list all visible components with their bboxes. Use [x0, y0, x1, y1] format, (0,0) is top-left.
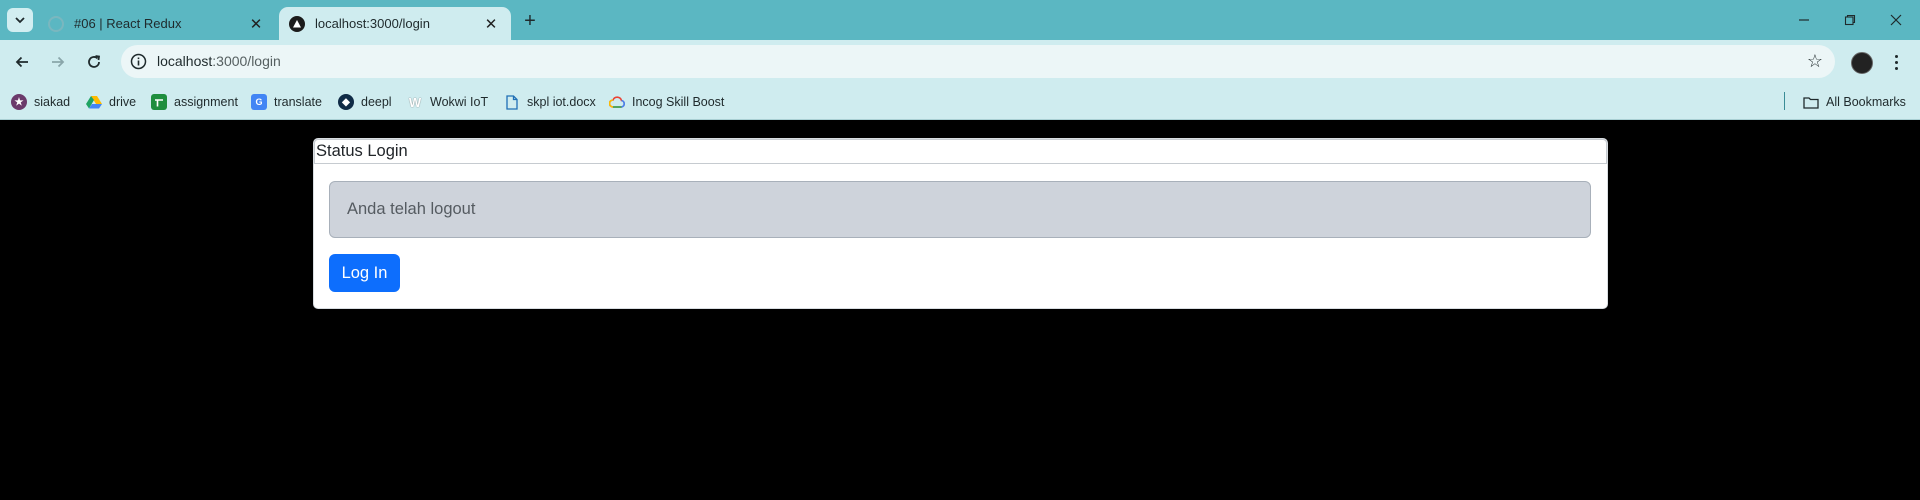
forward-arrow-icon[interactable]	[44, 48, 72, 76]
google-sheets-icon	[151, 94, 167, 110]
login-status-card: Status Login Anda telah logout Log In	[313, 138, 1608, 309]
close-icon[interactable]: ✕	[246, 14, 266, 34]
address-bar[interactable]: localhost:3000/login ☆	[121, 45, 1835, 78]
bookmark-siakad[interactable]: ★ siakad	[11, 92, 70, 112]
bookmark-wokwi[interactable]: W Wokwi IoT	[407, 92, 488, 112]
browser-toolbar: localhost:3000/login ☆	[0, 40, 1920, 83]
back-arrow-icon[interactable]	[8, 48, 36, 76]
wokwi-icon: W	[408, 94, 422, 110]
bookmark-deepl[interactable]: ◆ deepl	[338, 92, 392, 112]
chevron-down-icon	[15, 17, 25, 24]
profile-avatar[interactable]	[1851, 52, 1873, 74]
tab-strip: #06 | React Redux ✕ localhost:3000/login…	[0, 0, 1920, 40]
close-icon[interactable]: ✕	[481, 14, 501, 34]
url-text: localhost:3000/login	[157, 53, 281, 69]
siakad-icon: ★	[11, 94, 27, 110]
page-viewport: Status Login Anda telah logout Log In	[0, 120, 1920, 500]
card-header: Status Login	[314, 139, 1607, 164]
tab-title: localhost:3000/login	[315, 16, 430, 31]
menu-kebab-icon[interactable]	[1886, 50, 1906, 74]
login-button[interactable]: Log In	[329, 254, 400, 292]
bookmark-translate[interactable]: G translate	[251, 92, 322, 112]
google-translate-icon: G	[251, 94, 267, 110]
bookmark-drive[interactable]: drive	[86, 92, 136, 112]
tab-react-redux[interactable]: #06 | React Redux ✕	[38, 7, 276, 40]
google-drive-icon	[86, 94, 102, 110]
bookmark-assignment[interactable]: assignment	[151, 92, 238, 112]
bookmark-skpl-iot[interactable]: skpl iot.docx	[504, 92, 596, 112]
status-message-field: Anda telah logout	[329, 181, 1591, 238]
tab-search-button[interactable]	[7, 8, 33, 32]
bookmarks-divider	[1784, 92, 1785, 110]
bookmark-incog-skill-boost[interactable]: Incog Skill Boost	[609, 92, 724, 112]
folder-icon	[1803, 94, 1819, 110]
loading-favicon-icon	[48, 15, 64, 32]
bookmarks-bar: ★ siakad drive assignment G translate ◆ …	[0, 83, 1920, 120]
restore-icon[interactable]	[1827, 0, 1873, 40]
reload-icon[interactable]	[80, 48, 108, 76]
triangle-favicon-icon	[289, 15, 305, 32]
deepl-icon: ◆	[338, 94, 354, 110]
document-icon	[504, 94, 520, 110]
tab-title: #06 | React Redux	[74, 16, 182, 31]
site-info-icon[interactable]	[130, 53, 147, 70]
tab-login[interactable]: localhost:3000/login ✕	[279, 7, 511, 40]
new-tab-plus-icon[interactable]: +	[518, 9, 542, 33]
minimize-icon[interactable]	[1781, 0, 1827, 40]
close-window-icon[interactable]	[1873, 0, 1919, 40]
bookmark-star-icon[interactable]: ☆	[1807, 51, 1823, 72]
google-cloud-icon	[609, 94, 625, 110]
all-bookmarks-button[interactable]: All Bookmarks	[1803, 92, 1906, 112]
